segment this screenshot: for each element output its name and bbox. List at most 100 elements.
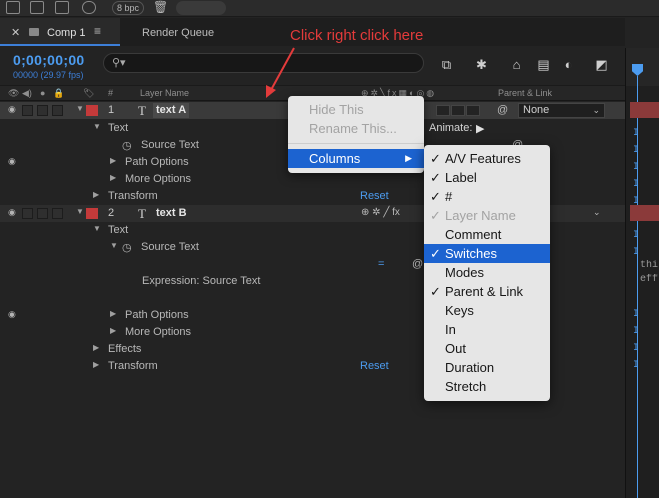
layer-name[interactable]: text A — [153, 103, 190, 118]
keyframe-marker[interactable]: I — [633, 196, 639, 207]
current-time-display[interactable]: 0;00;00;00 — [13, 52, 85, 68]
lock-switch[interactable] — [52, 105, 63, 116]
stopwatch-icon[interactable]: ◷ — [122, 139, 132, 152]
solo-switch[interactable] — [37, 105, 48, 116]
visibility-eye-icon[interactable]: ◉ — [8, 156, 18, 167]
twirl-right-icon[interactable]: ▶ — [110, 173, 116, 182]
keyframe-marker[interactable]: I — [633, 128, 639, 139]
property-label: More Options — [125, 173, 192, 185]
submenu-item-label[interactable]: ✓ Label — [424, 168, 550, 187]
close-icon[interactable]: ✕ — [11, 26, 20, 39]
chevron-down-icon[interactable]: ⌄ — [593, 207, 601, 218]
menu-item-columns[interactable]: Columns ▶ — [288, 149, 424, 168]
animate-label: Animate: — [429, 122, 473, 134]
lock-icon[interactable]: 🔒 — [53, 88, 64, 99]
stopwatch-icon[interactable]: ◷ — [122, 241, 132, 254]
keyframe-marker[interactable]: I — [633, 343, 639, 354]
timeline-panel[interactable]: I I I I I I I thi eff I I I I — [625, 48, 659, 498]
submenu-item-keys[interactable]: Keys — [424, 301, 550, 320]
keyframe-marker[interactable]: I — [633, 309, 639, 320]
twirl-right-icon[interactable]: ▶ — [110, 326, 116, 335]
label-tag-icon[interactable]: 🏷 — [83, 88, 94, 99]
comp-flowchart-icon[interactable]: ⧉ — [439, 58, 454, 72]
trash-icon[interactable]: 🗑 — [153, 0, 168, 14]
layer-switches-icons[interactable]: ⊕ ✲ ╱ fx — [361, 207, 400, 218]
column-parent-link[interactable]: Parent & Link — [498, 88, 552, 98]
solo-switch[interactable] — [37, 208, 48, 219]
twirl-right-icon[interactable]: ▶ — [93, 190, 99, 199]
frame-blending-icon[interactable]: ▤ — [536, 58, 551, 72]
audio-switch-icon[interactable]: ◀) — [22, 88, 32, 99]
reset-link[interactable]: Reset — [360, 190, 389, 202]
submenu-item-comment[interactable]: Comment — [424, 225, 550, 244]
solo-icon[interactable]: ● — [40, 88, 45, 98]
column-number[interactable]: # — [108, 88, 113, 98]
column-layer-name[interactable]: Layer Name — [140, 88, 189, 98]
twirl-down-icon[interactable]: ▼ — [76, 207, 84, 216]
twirl-down-icon[interactable]: ▼ — [110, 241, 118, 250]
keyframe-marker[interactable]: I — [633, 179, 639, 190]
keyframe-marker[interactable]: I — [633, 360, 639, 371]
twirl-right-icon[interactable]: ▶ — [110, 309, 116, 318]
keyframe-marker[interactable]: I — [633, 326, 639, 337]
submenu-item-switches[interactable]: ✓ Switches — [424, 244, 550, 263]
expression-enable-icon[interactable]: = — [378, 258, 384, 270]
keyframe-marker[interactable]: I — [633, 162, 639, 173]
shy-icon[interactable]: ⌂ — [509, 58, 524, 72]
tab-label: Comp 1 — [47, 27, 86, 39]
submenu-item-duration[interactable]: Duration — [424, 358, 550, 377]
expression-code-line[interactable]: eff — [640, 274, 659, 285]
submenu-item-modes[interactable]: Modes — [424, 263, 550, 282]
bit-depth-button[interactable]: 8 bpc — [112, 1, 144, 15]
submenu-item-number[interactable]: ✓ # — [424, 187, 550, 206]
image-icon[interactable] — [55, 1, 69, 14]
twirl-down-icon[interactable]: ▼ — [76, 104, 84, 113]
twirl-right-icon[interactable]: ▶ — [93, 343, 99, 352]
keyframe-marker[interactable]: I — [633, 230, 639, 241]
visibility-eye-icon[interactable]: ◉ — [8, 309, 18, 320]
submenu-item-in[interactable]: In — [424, 320, 550, 339]
toolbar-slider[interactable] — [176, 1, 226, 15]
visibility-eye-icon[interactable]: ◉ — [8, 207, 18, 218]
layer-name[interactable]: text B — [153, 206, 190, 221]
menu-item-label: Columns — [309, 151, 361, 166]
submenu-item-parent-link[interactable]: ✓ Parent & Link — [424, 282, 550, 301]
twirl-right-icon[interactable]: ▶ — [93, 360, 99, 369]
graph-editor-icon[interactable]: ◩ — [594, 58, 609, 72]
visibility-eye-icon[interactable]: ◉ — [8, 104, 18, 115]
submenu-item-out[interactable]: Out — [424, 339, 550, 358]
tab-render-queue[interactable]: Render Queue — [142, 27, 214, 39]
panel-menu-icon[interactable]: ≡ — [94, 24, 101, 38]
twirl-down-icon[interactable]: ▼ — [93, 224, 101, 233]
keyframe-marker[interactable]: I — [633, 247, 639, 258]
reset-link[interactable]: Reset — [360, 360, 389, 372]
video-switch-icon[interactable]: 👁 — [8, 88, 19, 99]
audio-switch[interactable] — [22, 208, 33, 219]
switch-cell[interactable] — [451, 105, 465, 116]
twirl-down-icon[interactable]: ▼ — [93, 122, 101, 131]
flowchart-icon[interactable] — [6, 1, 20, 14]
tab-comp-1[interactable]: ✕ Comp 1 ≡ — [0, 18, 120, 46]
animate-menu-icon[interactable]: ▶ — [476, 122, 484, 135]
expression-code-line[interactable]: thi — [640, 260, 659, 271]
lock-switch[interactable] — [52, 208, 63, 219]
label-color-swatch[interactable] — [86, 208, 98, 219]
pick-whip-icon[interactable]: @ — [497, 104, 508, 116]
submenu-item-stretch[interactable]: Stretch — [424, 377, 550, 396]
motion-blur-icon[interactable]: ◐ — [561, 58, 576, 72]
switch-cell[interactable] — [466, 105, 480, 116]
comp-settings-icon[interactable] — [30, 1, 44, 14]
render-icon[interactable] — [82, 1, 96, 14]
submenu-item-av-features[interactable]: ✓ A/V Features — [424, 149, 550, 168]
label-color-swatch[interactable] — [86, 105, 98, 116]
audio-switch[interactable] — [22, 105, 33, 116]
draft-3d-icon[interactable]: ✱ — [474, 58, 489, 72]
switch-cell[interactable] — [436, 105, 450, 116]
layer-duration-bar[interactable] — [630, 102, 659, 118]
keyframe-marker[interactable]: I — [633, 145, 639, 156]
submenu-item-layer-name: ✓ Layer Name — [424, 206, 550, 225]
layer-duration-bar[interactable] — [630, 205, 659, 221]
pick-whip-icon[interactable]: @ — [412, 258, 423, 270]
parent-dropdown[interactable]: None ⌄ — [518, 103, 605, 118]
twirl-right-icon[interactable]: ▶ — [110, 156, 116, 165]
